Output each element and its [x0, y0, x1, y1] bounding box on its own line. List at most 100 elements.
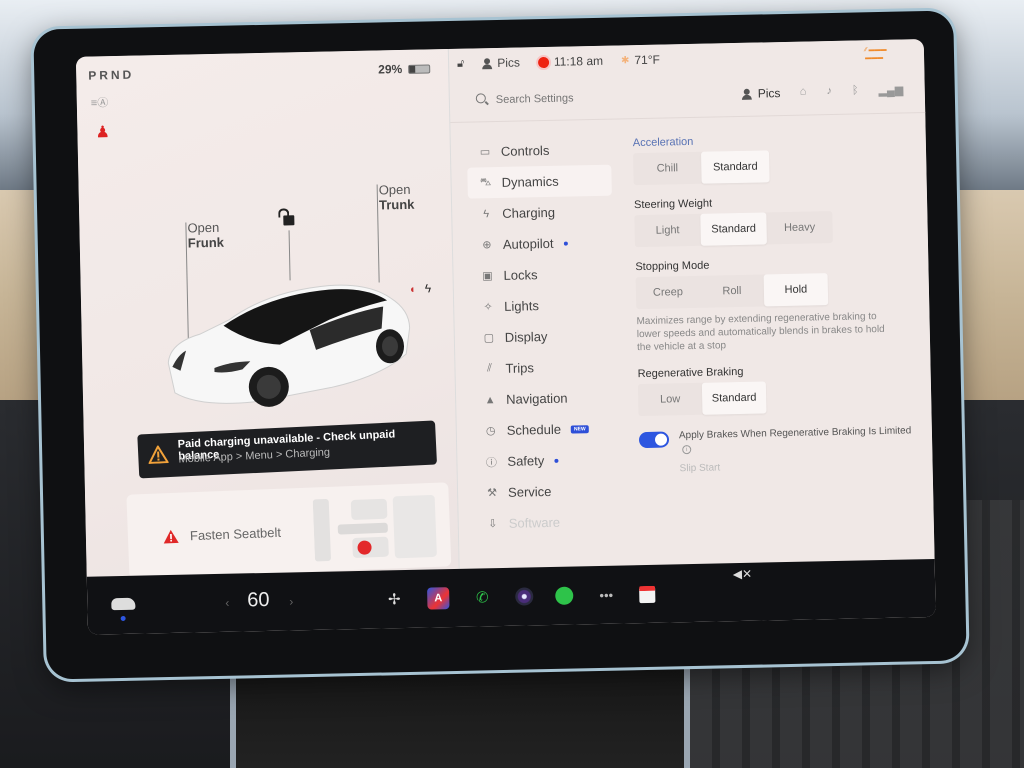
nav-item-label: Controls — [500, 142, 550, 159]
fan-icon[interactable]: ✢ — [383, 588, 405, 610]
open-frunk-label-line1: Open — [187, 219, 220, 236]
nav-item-software[interactable]: ⇩ Software — [474, 506, 619, 540]
settings-nav: ▭ Controls ⛍ Dynamics ϟ Charging ⊕ Autopilot ▣ Lo… — [467, 134, 619, 540]
nav-item-schedule[interactable]: ◷ Schedule NEW — [472, 413, 617, 447]
open-trunk-label-line1: Open — [378, 181, 411, 198]
nav-item-label: Navigation — [505, 390, 568, 407]
driver-profile-button[interactable]: Pics — [742, 86, 781, 101]
open-frunk-button[interactable]: Open Frunk — [187, 220, 224, 251]
apply-brakes-setting: Apply Brakes When Regenerative Braking I… — [638, 424, 919, 456]
steering-weight-option-standard[interactable]: Standard — [700, 212, 767, 246]
seatbelt-warning-icon: ♟ — [95, 124, 110, 142]
active-indicator — [120, 615, 126, 622]
nav-item-charging[interactable]: ϟ Charging — [468, 196, 613, 230]
more-icon[interactable]: ••• — [595, 584, 617, 606]
vehicle-panel: PRND 29% ≡Ⓐ ♟ Open Frunk Open Trunk ◖ ϟ — [75, 49, 459, 579]
acceleration-option-standard[interactable]: Standard — [700, 150, 770, 184]
nav-item-label: Schedule — [506, 421, 562, 438]
nav-item-navigation[interactable]: ▲ Navigation — [472, 382, 617, 416]
steering-weight-option-light[interactable]: Light — [634, 214, 701, 247]
bolt-icon: ϟ — [483, 207, 490, 220]
outside-temperature: 71°F — [634, 52, 661, 68]
info-icon[interactable]: i — [682, 445, 692, 455]
dashcam-status[interactable]: 11:18 am — [537, 54, 603, 69]
new-badge: NEW — [570, 424, 589, 434]
temp-up-button[interactable]: › — [289, 594, 293, 608]
seat-map-image — [312, 494, 437, 562]
warning-icon — [147, 445, 169, 465]
steering-weight-title: Steering Weight — [633, 197, 713, 212]
nav-item-locks[interactable]: ▣ Locks — [469, 258, 614, 292]
slip-start-setting[interactable]: Slip Start — [640, 458, 920, 475]
camera-icon[interactable] — [515, 587, 534, 606]
stopping-mode-option-hold[interactable]: Hold — [763, 273, 829, 307]
stopping-mode-title: Stopping Mode — [635, 259, 710, 274]
calendar-icon[interactable] — [639, 585, 656, 603]
acceleration-selector: Chill Standard — [633, 150, 770, 186]
nav-item-display[interactable]: ▢ Display — [471, 320, 616, 354]
notification-dot — [563, 241, 568, 246]
open-trunk-button[interactable]: Open Trunk — [379, 182, 415, 213]
settings-panel: 🔓︎ Pics 11:18 am ✱ 71°F ⁄⁄ ▬▬▬ ▬▬▬ Searc… — [447, 39, 935, 569]
steering-weight-option-heavy[interactable]: Heavy — [766, 211, 833, 244]
nav-item-label: Charging — [502, 204, 556, 221]
nav-item-label: Lights — [504, 298, 540, 314]
trips-icon: ⫽ — [486, 362, 493, 375]
person-icon — [482, 58, 492, 69]
nav-item-label: Locks — [503, 267, 538, 283]
nav-item-label: Software — [508, 514, 561, 531]
nav-item-lights[interactable]: ✧ Lights — [470, 289, 615, 323]
wrench-icon: ⚒ — [487, 487, 498, 500]
warning-icon — [163, 529, 179, 544]
nav-item-label: Autopilot — [502, 235, 554, 252]
acceleration-option-chill[interactable]: Chill — [633, 152, 702, 185]
stopping-mode-option-creep[interactable]: Creep — [636, 276, 701, 309]
settings-search-input[interactable] — [473, 85, 695, 111]
navigation-icon: ▲ — [484, 393, 496, 406]
phone-icon[interactable]: ✆ — [471, 586, 493, 608]
weather-status: ✱ 71°F — [621, 53, 660, 68]
alarm-icon[interactable]: ♪ — [826, 85, 832, 98]
person-icon — [742, 88, 752, 99]
lock-status[interactable]: 🔓︎ — [457, 57, 464, 70]
signal-icon: ▂▄▆ — [878, 84, 904, 98]
apply-brakes-toggle[interactable] — [638, 431, 670, 449]
paid-charging-alert[interactable]: Paid charging unavailable - Check unpaid… — [137, 420, 438, 479]
nav-item-safety[interactable]: ⓘ Safety — [473, 444, 618, 478]
nav-item-trips[interactable]: ⫽ Trips — [471, 351, 616, 385]
notification-dot — [554, 458, 559, 463]
download-icon: ⇩ — [488, 518, 498, 531]
settings-header: Pics ⌂ ♪ ᛒ ▂▄▆ — [449, 69, 927, 123]
nav-item-controls[interactable]: ▭ Controls — [467, 134, 612, 168]
regen-braking-selector: Low Standard — [637, 381, 767, 417]
nav-item-label: Safety — [507, 453, 545, 469]
bluetooth-icon[interactable]: ᛒ — [852, 84, 859, 97]
car-icon: ⛍ — [479, 175, 492, 188]
garage-icon[interactable]: ⌂ — [800, 86, 807, 99]
stopping-mode-option-roll[interactable]: Roll — [700, 274, 765, 307]
battery-fill — [409, 65, 416, 73]
nav-item-label: Service — [507, 483, 552, 500]
regen-braking-option-low[interactable]: Low — [638, 383, 703, 416]
auto-headlight-icon: ≡Ⓐ — [90, 97, 109, 110]
battery-percent: 29% — [378, 61, 403, 77]
spotify-icon[interactable] — [555, 586, 574, 605]
touchscreen-bezel: PRND 29% ≡Ⓐ ♟ Open Frunk Open Trunk ◖ ϟ — [33, 10, 967, 680]
nav-item-service[interactable]: ⚒ Service — [474, 475, 619, 509]
navigation-app-icon[interactable]: A — [427, 587, 450, 610]
unlock-icon[interactable] — [283, 215, 295, 226]
seatbelt-warning-text: Fasten Seatbelt — [189, 524, 282, 544]
nav-item-label: Display — [504, 329, 548, 345]
apply-brakes-label: Apply Brakes When Regenerative Braking I… — [678, 425, 912, 442]
light-icon: ✧ — [483, 301, 493, 314]
temp-down-button[interactable]: ‹ — [225, 596, 229, 610]
regen-braking-option-standard[interactable]: Standard — [701, 381, 767, 415]
nav-item-dynamics[interactable]: ⛍ Dynamics — [467, 164, 612, 199]
car-icon[interactable] — [111, 597, 136, 611]
seatbelt-card: Fasten Seatbelt — [126, 482, 452, 579]
profile-button[interactable]: Pics — [482, 56, 520, 71]
mute-icon[interactable]: ◀✕ — [733, 567, 753, 581]
stopping-mode-description: Maximizes range by extending regenerativ… — [636, 311, 885, 354]
cabin-temperature[interactable]: 60 — [247, 589, 270, 612]
nav-item-autopilot[interactable]: ⊕ Autopilot — [469, 227, 614, 261]
